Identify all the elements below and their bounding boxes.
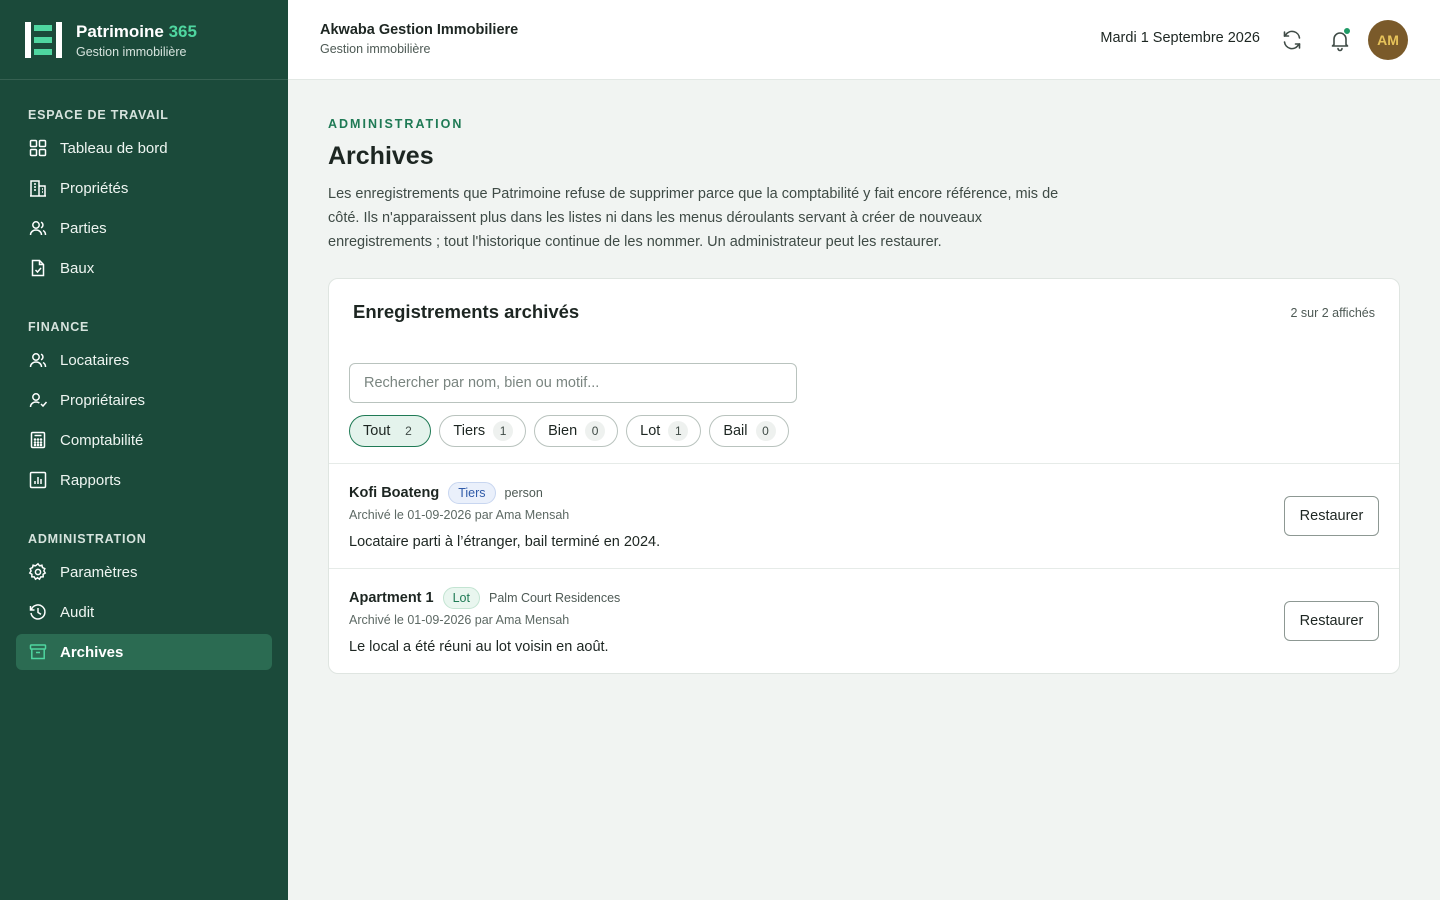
- org-subtitle: Gestion immobilière: [320, 42, 431, 56]
- search-input[interactable]: [349, 363, 797, 403]
- chip-count: 1: [493, 421, 514, 441]
- brand-name: Patrimoine 365: [76, 21, 197, 41]
- record-detail: Palm Court Residences: [489, 591, 621, 605]
- document-icon: [31, 259, 45, 277]
- building-icon: [30, 180, 46, 197]
- record-reason: Le local a été réuni au lot voisin en ao…: [349, 639, 609, 655]
- sidebar-item-label: Parties: [60, 219, 107, 237]
- chip-label: Bail: [723, 423, 748, 439]
- gear-icon: [28, 562, 47, 581]
- users-icon: [29, 353, 47, 368]
- chip-label: Tiers: [453, 423, 486, 439]
- sidebar-item-label: Tableau de bord: [60, 139, 168, 157]
- chip-count: 0: [585, 421, 606, 441]
- page-title: Archives: [328, 142, 434, 170]
- dashboard-icon: [29, 139, 47, 157]
- card-title: Enregistrements archivés: [353, 301, 580, 322]
- nav-section-finance: FINANCE Locataires Propriétaires Comptab…: [0, 316, 288, 498]
- sidebar-item-reports[interactable]: Rapports: [16, 462, 272, 498]
- nav-section-administration: ADMINISTRATION Paramètres Audit Archives: [0, 528, 288, 670]
- restore-button[interactable]: Restaurer: [1284, 496, 1379, 536]
- sidebar-item-leases[interactable]: Baux: [16, 250, 272, 286]
- avatar[interactable]: AM: [1368, 20, 1408, 60]
- filter-chip-tiers[interactable]: Tiers 1: [439, 415, 527, 447]
- nav-heading: FINANCE: [28, 320, 90, 334]
- record-detail: person: [504, 486, 543, 500]
- record-type-badge: Lot: [442, 587, 480, 609]
- archive-icon: [29, 644, 47, 660]
- sidebar-item-properties[interactable]: Propriétés: [16, 170, 272, 206]
- list-item: Apartment 1 Lot Palm Court Residences Ar…: [329, 568, 1399, 673]
- record-archived-meta: Archivé le 01-09-2026 par Ama Mensah: [349, 613, 570, 627]
- page-description: Les enregistrements que Patrimoine refus…: [328, 186, 1059, 250]
- current-date: Mardi 1 Septembre 2026: [1100, 30, 1260, 46]
- history-icon: [29, 604, 46, 620]
- sidebar-item-label: Locataires: [60, 351, 130, 369]
- filter-chip-all[interactable]: Tout 2: [349, 415, 432, 447]
- record-reason: Locataire parti à l’étranger, bail termi…: [349, 534, 661, 550]
- sidebar-item-tenants[interactable]: Locataires: [16, 342, 272, 378]
- filter-chips: Tout 2 Tiers 1 Bien 0 Lot 1 Bail 0: [349, 415, 797, 447]
- results-count: 2 sur 2 affichés: [1290, 306, 1375, 320]
- brand-subtitle: Gestion immobilière: [76, 44, 187, 59]
- chip-label: Tout: [363, 423, 391, 439]
- chip-label: Bien: [548, 423, 578, 439]
- sidebar-item-label: Baux: [60, 259, 95, 277]
- user-check-icon: [29, 393, 48, 408]
- refresh-button[interactable]: [1280, 28, 1304, 52]
- chip-count: 1: [668, 421, 689, 441]
- filter-chip-lot[interactable]: Lot 1: [626, 415, 702, 447]
- refresh-icon: [1283, 30, 1301, 50]
- calculator-icon: [30, 431, 46, 449]
- restore-button[interactable]: Restaurer: [1284, 601, 1379, 641]
- sidebar-item-audit[interactable]: Audit: [16, 594, 272, 630]
- sidebar: Patrimoine 365 Gestion immobilière ESPAC…: [0, 0, 288, 900]
- sidebar-item-label: Propriétaires: [60, 391, 146, 409]
- sidebar-item-label: Propriétés: [60, 179, 129, 197]
- list-item: Kofi Boateng Tiers person Archivé le 01-…: [329, 463, 1399, 568]
- nav-heading: ADMINISTRATION: [28, 532, 147, 546]
- nav-heading: ESPACE DE TRAVAIL: [28, 108, 169, 122]
- sidebar-item-label: Audit: [60, 603, 95, 621]
- record-archived-meta: Archivé le 01-09-2026 par Ama Mensah: [349, 508, 570, 522]
- sidebar-item-label: Rapports: [60, 471, 121, 489]
- brand: Patrimoine 365 Gestion immobilière: [0, 0, 288, 80]
- page-eyebrow: ADMINISTRATION: [328, 117, 464, 131]
- nav-section-workspace: ESPACE DE TRAVAIL Tableau de bord Propri…: [0, 104, 288, 286]
- filter-chip-bien[interactable]: Bien 0: [534, 415, 619, 447]
- brand-name-accent: 365: [168, 21, 197, 41]
- bar-chart-icon: [29, 471, 47, 489]
- chip-label: Lot: [640, 423, 661, 439]
- chip-count: 2: [398, 421, 419, 441]
- record-name: Apartment 1 Lot Palm Court Residences: [349, 587, 620, 609]
- sidebar-item-settings[interactable]: Paramètres: [16, 554, 272, 590]
- notification-dot: [1343, 27, 1351, 35]
- sidebar-item-label: Archives: [60, 643, 124, 661]
- record-type-badge: Tiers: [448, 482, 496, 504]
- sidebar-item-accounting[interactable]: Comptabilité: [16, 422, 272, 458]
- sidebar-item-dashboard[interactable]: Tableau de bord: [16, 130, 272, 166]
- sidebar-item-label: Paramètres: [60, 563, 138, 581]
- sidebar-item-label: Comptabilité: [60, 431, 144, 449]
- sidebar-item-archives[interactable]: Archives: [16, 634, 272, 670]
- sidebar-item-parties[interactable]: Parties: [16, 210, 272, 246]
- chip-count: 0: [755, 421, 776, 441]
- org-name: Akwaba Gestion Immobiliere: [320, 22, 519, 38]
- logo-icon: [24, 21, 64, 58]
- top-bar: Akwaba Gestion Immobiliere Gestion immob…: [288, 0, 1440, 80]
- users-icon: [29, 221, 47, 236]
- archived-records-card: Enregistrements archivés 2 sur 2 affiché…: [328, 278, 1400, 674]
- sidebar-item-owners[interactable]: Propriétaires: [16, 382, 272, 418]
- notifications-button[interactable]: [1328, 27, 1352, 52]
- filter-chip-bail[interactable]: Bail 0: [709, 415, 789, 447]
- record-name: Kofi Boateng Tiers person: [349, 482, 543, 504]
